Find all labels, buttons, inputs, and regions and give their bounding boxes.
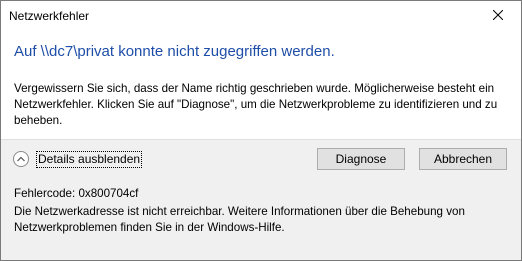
chevron-up-icon[interactable] [13, 151, 29, 167]
details-panel: Fehlercode: 0x800704cf Die Netzwerkadres… [1, 178, 521, 260]
diagnose-button[interactable]: Diagnose [317, 148, 405, 170]
details-toggle[interactable]: Details ausblenden [13, 149, 143, 169]
error-code: Fehlercode: 0x800704cf [14, 187, 139, 200]
cancel-button[interactable]: Abbrechen [419, 148, 507, 170]
details-toggle-label[interactable]: Details ausblenden [36, 150, 143, 168]
dialog-content: Auf \\dc7\privat konnte nicht zugegriffe… [1, 31, 521, 139]
button-bar: Details ausblenden Diagnose Abbrechen [1, 140, 521, 178]
message-text: Vergewissern Sie sich, dass der Name ric… [14, 82, 498, 127]
close-button[interactable] [475, 1, 521, 31]
main-instruction: Auf \\dc7\privat konnte nicht zugegriffe… [14, 43, 335, 60]
error-description: Die Netzwerkadresse ist nicht erreichbar… [14, 205, 465, 234]
title-bar[interactable]: Netzwerkfehler [1, 1, 521, 31]
network-error-dialog: Netzwerkfehler Auf \\dc7\privat konnte n… [0, 0, 522, 261]
close-icon [492, 7, 504, 25]
window-title: Netzwerkfehler [9, 9, 90, 23]
